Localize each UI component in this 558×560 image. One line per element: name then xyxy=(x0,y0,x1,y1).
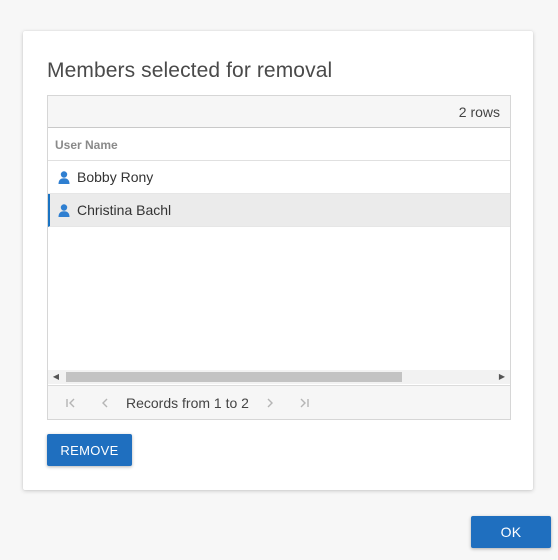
ok-button[interactable]: OK xyxy=(471,516,551,548)
members-grid: 2 rows User Name Bobby Rony Christina Ba… xyxy=(47,95,511,420)
horizontal-scrollbar[interactable]: ◀ ▶ xyxy=(48,370,510,384)
last-page-icon[interactable] xyxy=(297,396,311,410)
user-name: Christina Bachl xyxy=(77,202,172,218)
grid-pager: Records from 1 to 2 xyxy=(48,385,510,419)
user-icon xyxy=(58,170,70,184)
records-range-text: Records from 1 to 2 xyxy=(126,395,249,411)
grid-toolbar: 2 rows xyxy=(48,96,510,128)
removal-dialog: Members selected for removal 2 rows User… xyxy=(23,31,533,490)
next-page-icon[interactable] xyxy=(263,396,277,410)
grid-body: Bobby Rony Christina Bachl xyxy=(48,161,510,371)
table-row[interactable]: Christina Bachl xyxy=(48,194,510,227)
remove-button[interactable]: REMOVE xyxy=(47,434,132,466)
user-icon xyxy=(58,203,70,217)
first-page-icon[interactable] xyxy=(64,396,78,410)
column-header-user-name[interactable]: User Name xyxy=(55,138,118,152)
scroll-right-icon[interactable]: ▶ xyxy=(497,372,507,382)
row-count: 2 rows xyxy=(458,104,500,120)
scrollbar-thumb[interactable] xyxy=(66,372,402,382)
table-row[interactable]: Bobby Rony xyxy=(48,161,510,194)
scroll-left-icon[interactable]: ◀ xyxy=(51,372,61,382)
user-name: Bobby Rony xyxy=(77,169,154,185)
dialog-title: Members selected for removal xyxy=(47,59,333,82)
previous-page-icon[interactable] xyxy=(98,396,112,410)
grid-header: User Name xyxy=(48,128,510,161)
